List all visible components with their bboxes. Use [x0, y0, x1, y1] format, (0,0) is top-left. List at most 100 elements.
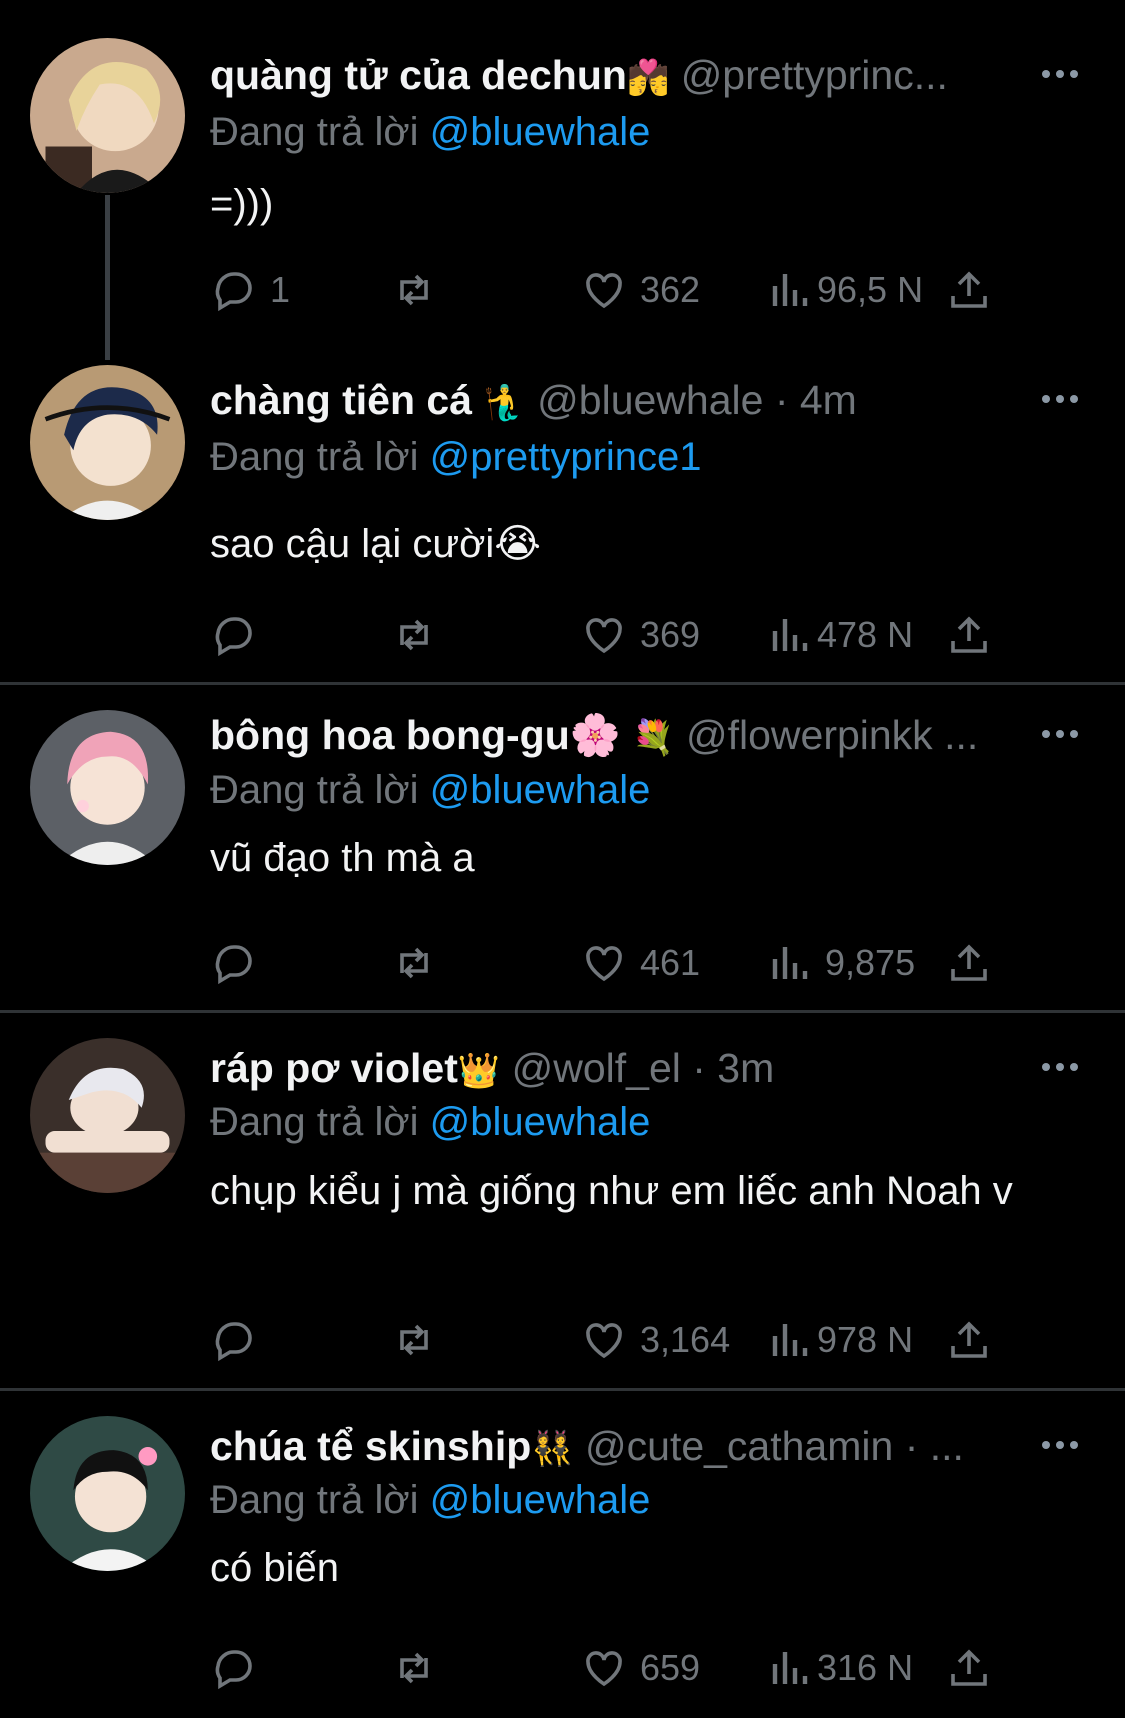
replying-to: Đang trả lời @prettyprince1 [210, 432, 702, 482]
replying-to: Đang trả lời @bluewhale [210, 765, 650, 815]
reply-button[interactable] [210, 1315, 270, 1365]
reply-bubble-icon [215, 945, 252, 985]
tweet-0[interactable]: quàng tử của dechun💏 @prettyprinc... Đan… [0, 0, 1125, 360]
heart-icon [586, 1651, 622, 1687]
heart-icon [586, 273, 622, 309]
handle[interactable]: @bluewhale · 4m [537, 377, 857, 423]
reply-bubble-icon [215, 1322, 252, 1362]
like-button[interactable]: 369 [580, 610, 700, 660]
replying-label: Đang trả lời [210, 1478, 419, 1522]
avatar[interactable] [30, 1038, 185, 1193]
more-dots-icon[interactable] [1042, 388, 1082, 408]
like-count: 369 [640, 614, 701, 655]
views-bars-icon [772, 619, 808, 651]
retweet-button[interactable] [390, 1315, 450, 1365]
tweet-header: quàng tử của dechun💏 @prettyprinc... [210, 50, 1085, 100]
share-button[interactable] [945, 1315, 993, 1365]
handle[interactable]: @flowerpinkk ... [686, 712, 978, 758]
display-name[interactable]: ráp pơ violet [210, 1045, 458, 1091]
share-button[interactable] [945, 938, 993, 988]
avatar-image [30, 710, 185, 865]
action-bar: 369 478 N [210, 610, 1000, 660]
avatar[interactable] [30, 365, 185, 520]
more-dots-icon[interactable] [1042, 1056, 1082, 1076]
avatar[interactable] [30, 38, 185, 193]
retweet-button[interactable] [390, 265, 450, 315]
share-button[interactable] [945, 1643, 993, 1693]
like-count: 659 [640, 1647, 701, 1688]
reply-button[interactable]: 1 [210, 265, 290, 315]
like-button[interactable]: 362 [580, 265, 700, 315]
retweet-button[interactable] [390, 938, 450, 988]
reply-button[interactable] [210, 610, 270, 660]
avatar[interactable] [30, 710, 185, 865]
action-bar: 3,164 978 N [210, 1315, 1000, 1365]
like-count: 461 [640, 942, 701, 983]
thread-connector [105, 195, 110, 360]
mention-link[interactable]: @bluewhale [430, 1100, 651, 1144]
reply-count: 1 [270, 269, 291, 310]
name-emoji: 👯 [531, 1430, 574, 1468]
handle[interactable]: @prettyprinc... [681, 52, 948, 98]
reply-button[interactable] [210, 1643, 270, 1693]
views-button[interactable]: 9,875 [765, 938, 915, 988]
views-button[interactable]: 96,5 N [765, 265, 923, 315]
like-count: 3,164 [640, 1319, 731, 1360]
action-bar: 461 9,875 [210, 938, 1000, 988]
views-bars-icon [772, 1324, 808, 1356]
mention-link[interactable]: @bluewhale [430, 1478, 651, 1522]
avatar-image [30, 1416, 185, 1571]
tweet-2[interactable]: bông hoa bong-gu🌸 💐 @flowerpinkk ... Đan… [0, 685, 1125, 1010]
views-count: 978 N [817, 1319, 914, 1360]
mention-link[interactable]: @bluewhale [430, 768, 651, 812]
heart-icon [586, 618, 622, 654]
views-button[interactable]: 316 N [765, 1643, 913, 1693]
reply-button[interactable] [210, 938, 270, 988]
views-bars-icon [772, 947, 808, 979]
tweet-1[interactable]: chàng tiên cá 🧜‍♂️ @bluewhale · 4m Đang … [0, 340, 1125, 680]
tweet-header: chàng tiên cá 🧜‍♂️ @bluewhale · 4m [210, 375, 1085, 425]
tweet-4[interactable]: chúa tể skinship👯 @cute_cathamin · ... Đ… [0, 1391, 1125, 1718]
tweet-header: ráp pơ violet👑 @wolf_el · 3m [210, 1043, 1085, 1093]
more-dots-icon[interactable] [1042, 723, 1082, 743]
views-count: 316 N [817, 1647, 914, 1688]
like-button[interactable]: 3,164 [580, 1315, 730, 1365]
views-bars-icon [772, 1652, 808, 1684]
more-dots-icon[interactable] [1042, 1434, 1082, 1454]
retweet-button[interactable] [390, 1643, 450, 1693]
name-emoji: 🧜‍♂️ [483, 384, 526, 422]
mention-link[interactable]: @prettyprince1 [430, 435, 702, 479]
tweet-header: bông hoa bong-gu🌸 💐 @flowerpinkk ... [210, 710, 1085, 760]
name-emoji: 👑 [457, 1052, 501, 1090]
display-name[interactable]: quàng tử của dechun [210, 52, 627, 98]
handle[interactable]: @wolf_el · 3m [512, 1045, 775, 1091]
like-count: 362 [640, 269, 701, 310]
avatar[interactable] [30, 1416, 185, 1571]
replying-label: Đang trả lời [210, 768, 419, 812]
share-upload-icon [951, 1649, 987, 1686]
action-bar: 1 362 96,5 N [210, 265, 1000, 315]
mention-link[interactable]: @bluewhale [430, 110, 651, 154]
views-button[interactable]: 978 N [765, 1315, 913, 1365]
retweet-icon [400, 1652, 428, 1684]
display-name[interactable]: chàng tiên cá [210, 377, 472, 423]
tweet-text: sao cậu lại cười😭 [210, 522, 541, 566]
like-button[interactable]: 461 [580, 938, 700, 988]
more-dots-icon[interactable] [1042, 63, 1082, 83]
views-button[interactable]: 478 N [765, 610, 913, 660]
display-name[interactable]: bông hoa bong-gu🌸 [210, 712, 621, 758]
retweet-button[interactable] [390, 610, 450, 660]
share-upload-icon [951, 271, 987, 308]
share-button[interactable] [945, 610, 993, 660]
handle[interactable]: @cute_cathamin · ... [585, 1423, 964, 1469]
share-button[interactable] [945, 265, 993, 315]
views-count: 9,875 [825, 942, 916, 983]
tweet-3[interactable]: ráp pơ violet👑 @wolf_el · 3m Đang trả lờ… [0, 1013, 1125, 1388]
like-button[interactable]: 659 [580, 1643, 700, 1693]
avatar-image [30, 38, 185, 193]
share-upload-icon [951, 616, 987, 653]
action-bar: 659 316 N [210, 1643, 1000, 1693]
tweet-text: chụp kiểu j mà giống như em liếc anh Noa… [210, 1169, 1013, 1213]
replying-to: Đang trả lời @bluewhale [210, 1475, 650, 1525]
display-name[interactable]: chúa tể skinship [210, 1423, 531, 1469]
